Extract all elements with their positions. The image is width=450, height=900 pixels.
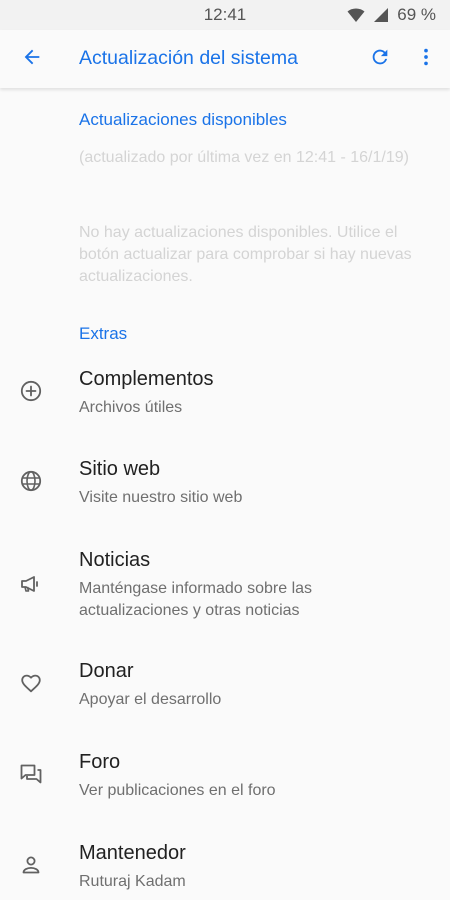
arrow-back-icon: [21, 46, 43, 73]
updates-section-header: Actualizaciones disponibles: [79, 110, 287, 129]
screen: 12:41 69 % Actualización del sistema Act…: [0, 0, 450, 900]
status-indicators: 69 %: [347, 5, 436, 25]
item-summary: Apoyar el desarrollo: [79, 691, 222, 708]
add-circle-icon: [18, 378, 44, 404]
item-summary: Manténgase informado sobre las actualiza…: [79, 580, 313, 619]
cellular-signal-icon: [373, 7, 389, 23]
more-options-button[interactable]: [406, 39, 446, 79]
item-summary: Archivos útiles: [79, 399, 183, 416]
refresh-button[interactable]: [360, 39, 400, 79]
person-icon: [18, 852, 44, 878]
extras-item-addons[interactable]: Complementos Archivos útiles: [0, 368, 450, 428]
extras-item-forum[interactable]: Foro Ver publicaciones en el foro: [0, 751, 450, 811]
item-title: Sitio web: [79, 458, 161, 480]
extras-item-news[interactable]: Noticias Manténgase informado sobre las …: [0, 549, 450, 623]
extras-section-header: Extras: [79, 324, 128, 343]
item-summary: Visite nuestro sitio web: [79, 489, 243, 506]
heart-icon: [18, 670, 44, 696]
item-summary: Ruturaj Kadam: [79, 873, 186, 890]
last-checked-text: (actualizado por última vez en 12:41 - 1…: [79, 149, 409, 166]
wifi-icon: [347, 7, 365, 23]
refresh-icon: [369, 46, 391, 73]
item-title: Complementos: [79, 368, 214, 390]
item-summary: Ver publicaciones en el foro: [79, 782, 276, 799]
no-updates-message: No hay actualizaciones disponibles. Util…: [79, 224, 412, 285]
status-bar: 12:41 69 %: [0, 0, 450, 30]
page-title: Actualización del sistema: [79, 47, 298, 69]
extras-item-donate[interactable]: Donar Apoyar el desarrollo: [0, 660, 450, 720]
battery-percentage: 69 %: [397, 5, 436, 24]
globe-icon: [18, 468, 44, 494]
item-title: Foro: [79, 751, 121, 773]
item-title: Donar: [79, 660, 134, 682]
item-title: Noticias: [79, 549, 151, 571]
more-vert-icon: [415, 46, 437, 73]
item-title: Mantenedor: [79, 842, 186, 864]
app-bar: Actualización del sistema: [0, 30, 450, 88]
back-button[interactable]: [12, 39, 52, 79]
forum-icon: [18, 761, 44, 787]
extras-item-maintainer[interactable]: Mantenedor Ruturaj Kadam: [0, 842, 450, 900]
extras-item-website[interactable]: Sitio web Visite nuestro sitio web: [0, 458, 450, 518]
megaphone-icon: [18, 571, 44, 597]
